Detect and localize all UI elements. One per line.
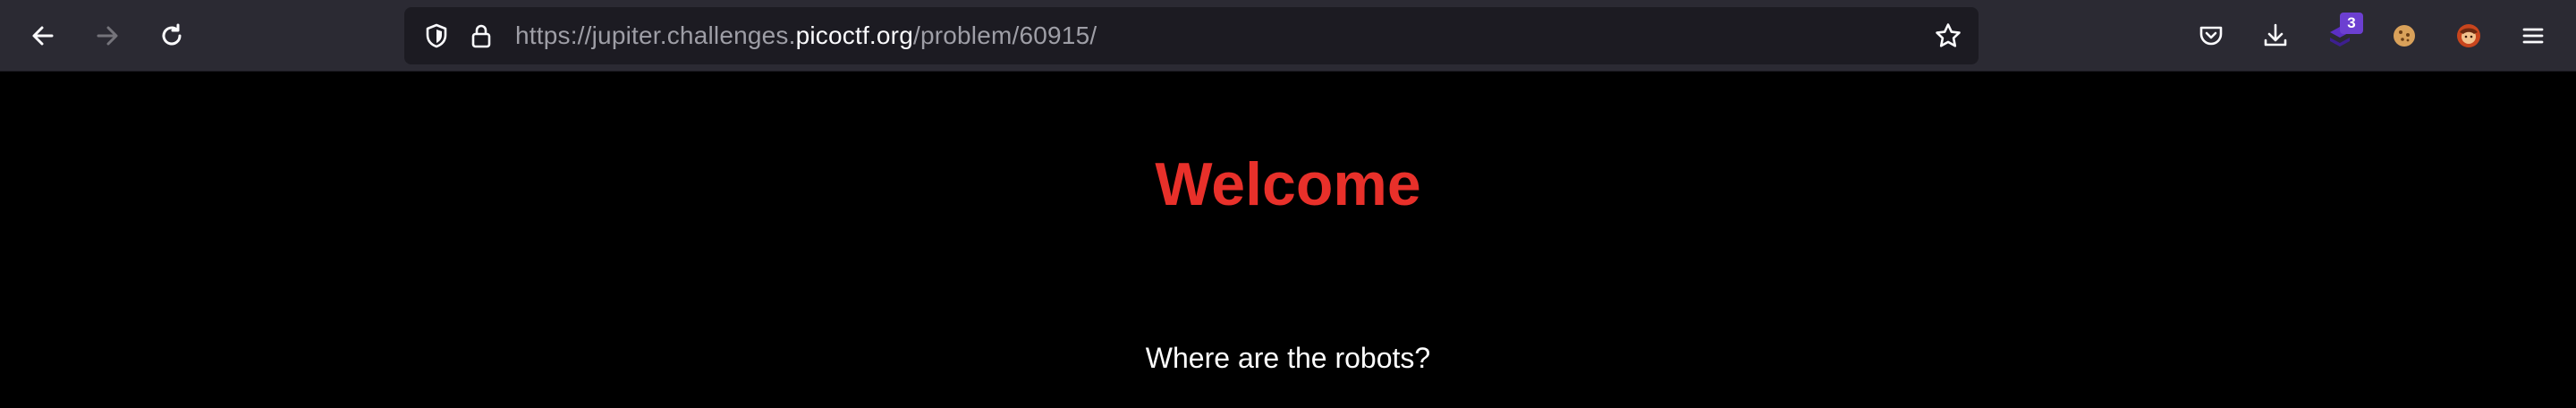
pocket-icon — [2199, 26, 2223, 46]
forward-arrow-icon — [97, 26, 118, 46]
reload-button[interactable] — [147, 11, 197, 61]
url-prefix: https://jupiter.challenges. — [515, 21, 796, 49]
address-bar[interactable]: https://jupiter.challenges.picoctf.org/p… — [404, 7, 1979, 64]
reload-icon — [162, 23, 182, 46]
back-arrow-icon — [32, 26, 54, 46]
lock-icon[interactable] — [465, 20, 497, 52]
cookie-icon — [2394, 25, 2415, 47]
download-icon — [2264, 23, 2287, 47]
shield-icon[interactable] — [420, 20, 453, 52]
page-heading: Welcome — [1155, 150, 1421, 218]
url-path: /problem/60915/ — [912, 21, 1097, 49]
avatar-extension-icon — [2457, 24, 2480, 47]
star-icon[interactable] — [1932, 20, 1964, 52]
extension-badge: 3 — [2340, 13, 2363, 34]
browser-toolbar: https://jupiter.challenges.picoctf.org/p… — [0, 0, 2576, 72]
hamburger-menu-icon — [2522, 28, 2544, 44]
page-content: Welcome Where are the robots? — [0, 72, 2576, 408]
back-button[interactable] — [18, 11, 68, 61]
cookie-extension-button[interactable] — [2379, 11, 2429, 61]
pocket-button[interactable] — [2186, 11, 2236, 61]
forward-button[interactable] — [82, 11, 132, 61]
url-text[interactable]: https://jupiter.challenges.picoctf.org/p… — [515, 7, 1097, 64]
page-message: Where are the robots? — [1145, 342, 1431, 374]
app-menu-button[interactable] — [2508, 11, 2558, 61]
avatar-extension-button[interactable] — [2444, 11, 2494, 61]
url-host: picoctf.org — [795, 21, 913, 49]
downloads-button[interactable] — [2250, 11, 2301, 61]
